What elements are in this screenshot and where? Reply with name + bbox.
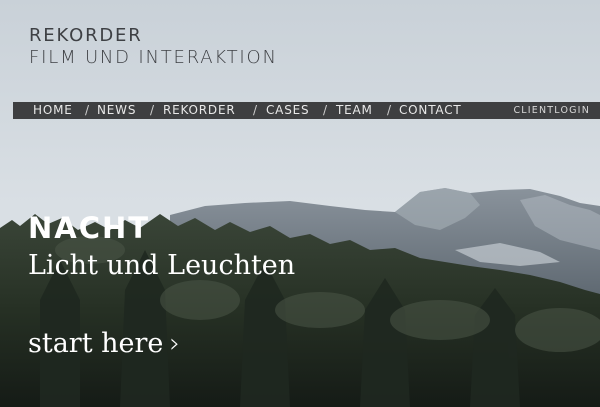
start-here-label: start here bbox=[28, 328, 164, 359]
start-here-link[interactable]: start here › bbox=[28, 328, 180, 360]
nav-separator: / bbox=[253, 103, 258, 117]
nav-separator: / bbox=[387, 103, 392, 117]
nav-item-home[interactable]: HOME bbox=[33, 102, 73, 119]
nav-item-cases[interactable]: CASES bbox=[266, 102, 309, 119]
nav-item-team[interactable]: TEAM bbox=[336, 102, 373, 119]
chevron-right-icon: › bbox=[169, 328, 181, 359]
brand-tagline: FILM UND INTERAKTION bbox=[29, 47, 278, 68]
nav-separator: / bbox=[323, 103, 328, 117]
brand-logo[interactable]: REKORDER FILM UND INTERAKTION bbox=[29, 25, 278, 69]
main-navigation: HOME / NEWS / REKORDER / CASES / TEAM / … bbox=[13, 102, 600, 119]
nav-separator: / bbox=[85, 103, 90, 117]
nav-separator: / bbox=[150, 103, 155, 117]
nav-item-rekorder[interactable]: REKORDER bbox=[163, 102, 235, 119]
hero-headline: NACHT bbox=[28, 211, 151, 245]
nav-item-news[interactable]: NEWS bbox=[97, 102, 136, 119]
nav-item-contact[interactable]: CONTACT bbox=[399, 102, 462, 119]
client-login-link[interactable]: CLIENTLOGIN bbox=[513, 102, 590, 119]
brand-name: REKORDER bbox=[29, 25, 143, 46]
hero-subline: Licht und Leuchten bbox=[28, 250, 296, 281]
